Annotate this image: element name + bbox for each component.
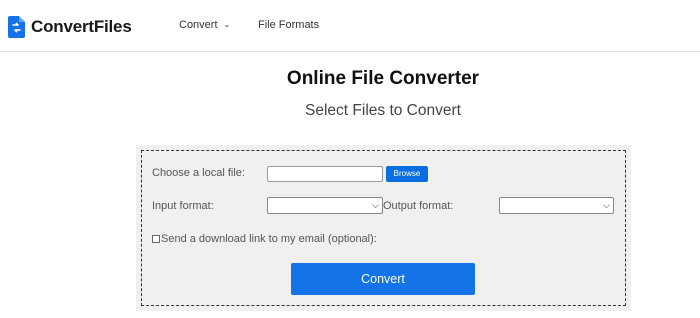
top-navbar: ConvertFiles Convert ⌄ File Formats <box>0 0 700 52</box>
email-link-checkbox[interactable] <box>152 235 160 243</box>
document-convert-icon <box>8 16 25 38</box>
file-path-input[interactable] <box>267 166 383 182</box>
output-format-label: Output format: <box>383 200 454 212</box>
nav-convert-label: Convert <box>179 19 218 31</box>
output-format-select[interactable]: ⌵ <box>499 197 614 214</box>
input-format-select[interactable]: ⌵ <box>267 197 383 214</box>
page-title: Online File Converter <box>286 68 480 89</box>
browse-button[interactable]: Browse <box>386 166 428 182</box>
input-format-label: Input format: <box>152 200 214 212</box>
nav-file-formats-link[interactable]: File Formats <box>258 19 319 31</box>
chevron-down-icon: ⌵ <box>372 200 379 210</box>
email-link-label: Send a download link to my email (option… <box>161 233 377 245</box>
chevron-down-icon: ⌵ <box>603 200 610 210</box>
brand-name: ConvertFiles <box>31 17 132 36</box>
convert-button[interactable]: Convert <box>291 263 475 295</box>
brand-logo[interactable]: ConvertFiles <box>8 15 132 39</box>
nav-convert-menu[interactable]: Convert ⌄ <box>179 19 230 31</box>
chevron-down-icon: ⌄ <box>223 20 231 29</box>
page-subtitle: Select Files to Convert <box>305 102 461 119</box>
file-label: Choose a local file: <box>152 167 245 179</box>
